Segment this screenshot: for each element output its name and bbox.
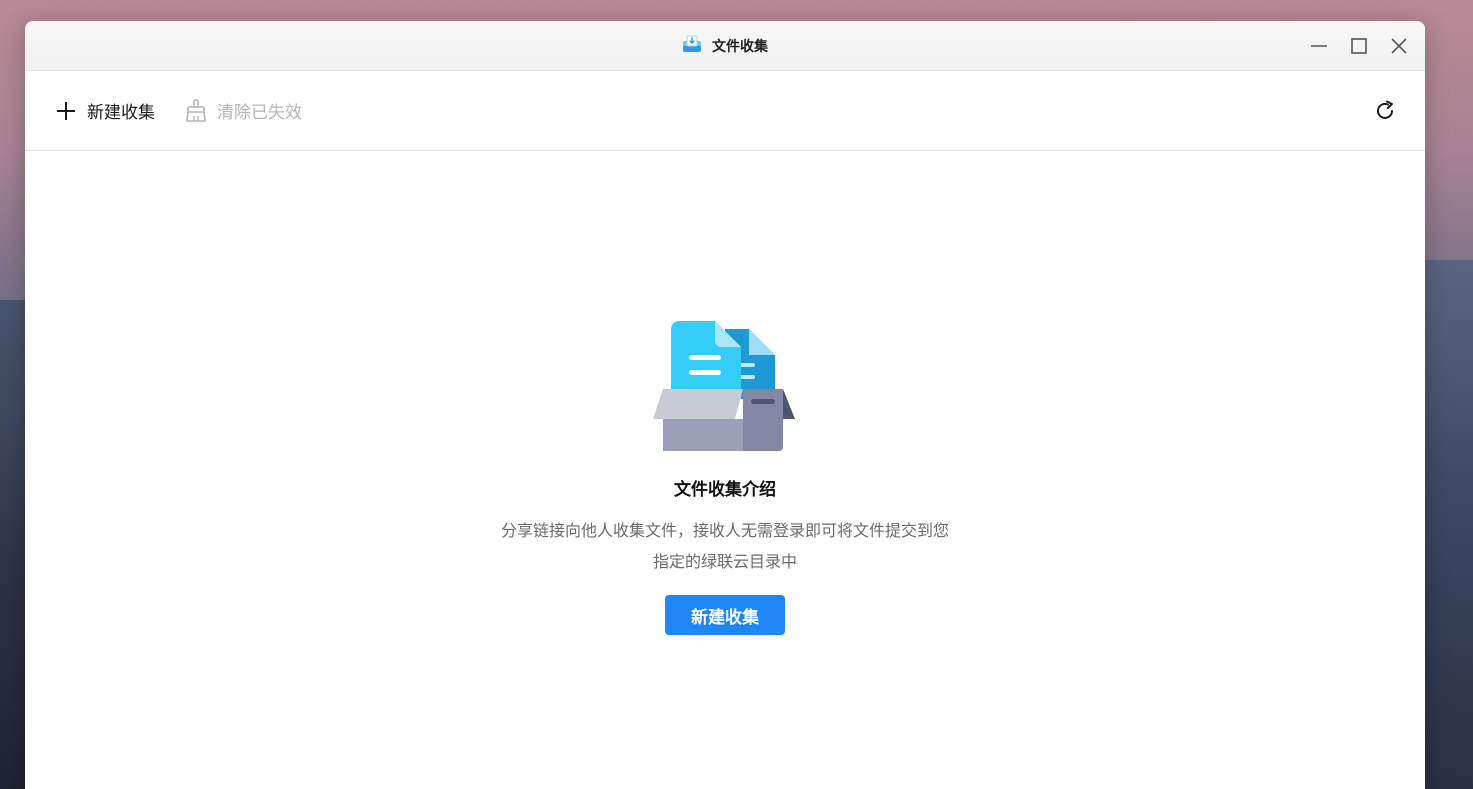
- maximize-icon: [1351, 37, 1367, 54]
- maximize-button[interactable]: [1347, 34, 1371, 58]
- files-in-box-icon: [651, 319, 797, 453]
- empty-state-title: 文件收集介绍: [674, 480, 776, 500]
- minimize-icon: [1311, 44, 1327, 47]
- clear-expired-label: 清除已失效: [217, 103, 302, 123]
- title-bar[interactable]: 文件收集: [25, 21, 1425, 71]
- window-title: 文件收集: [712, 38, 768, 55]
- new-collection-cta-button[interactable]: 新建收集: [665, 595, 785, 635]
- app-window: 文件收集 新建收集 清除已失效 文件收集介绍 分享链接向他人收集文件，接收人无需…: [25, 21, 1425, 789]
- minimize-button[interactable]: [1307, 34, 1331, 58]
- close-icon: [1391, 37, 1407, 54]
- main-content: 文件收集介绍 分享链接向他人收集文件，接收人无需登录即可将文件提交到您 指定的绿…: [25, 151, 1425, 789]
- broom-icon: [186, 98, 206, 122]
- title-group: 文件收集: [25, 21, 1425, 70]
- toolbar: 新建收集 清除已失效: [25, 71, 1425, 151]
- new-collection-button[interactable]: 新建收集: [55, 98, 155, 123]
- refresh-icon: [1377, 100, 1393, 119]
- clear-expired-button[interactable]: 清除已失效: [185, 98, 302, 123]
- empty-state-desc-line2: 指定的绿联云目录中: [652, 552, 797, 571]
- close-button[interactable]: [1387, 34, 1411, 58]
- window-controls: [1307, 21, 1411, 70]
- inbox-download-icon: [682, 35, 702, 57]
- empty-state-desc-line1: 分享链接向他人收集文件，接收人无需登录即可将文件提交到您: [500, 521, 949, 540]
- refresh-button[interactable]: [1373, 99, 1397, 123]
- plus-icon: [57, 101, 75, 120]
- empty-state-description: 分享链接向他人收集文件，接收人无需登录即可将文件提交到您 指定的绿联云目录中: [25, 515, 1425, 577]
- new-collection-label: 新建收集: [87, 103, 155, 123]
